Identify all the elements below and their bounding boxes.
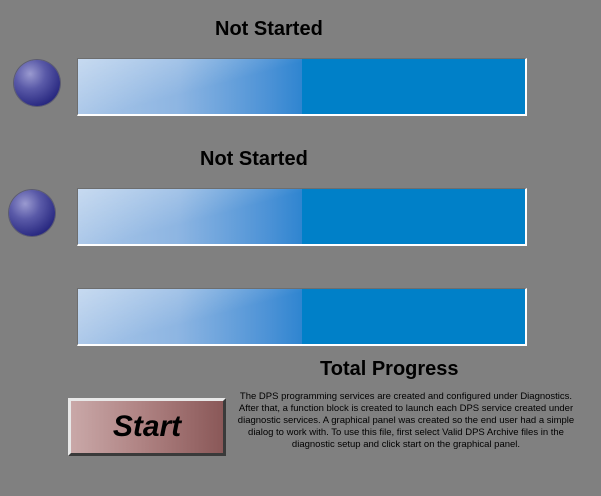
channel-2-status-label: Not Started	[200, 148, 308, 170]
channel-1-status-label: Not Started	[215, 18, 323, 40]
total-progress-label: Total Progress	[320, 358, 459, 380]
channel-2-progress-bar	[77, 188, 527, 246]
channel-1-progress-bar	[77, 58, 527, 116]
total-progress-fill	[78, 289, 302, 344]
start-button-label: Start	[112, 410, 182, 443]
channel-1-indicator-led	[14, 60, 60, 106]
channel-1-progress-fill	[78, 59, 302, 114]
channel-2-indicator-led	[9, 190, 55, 236]
total-progress-bar	[77, 288, 527, 346]
start-button[interactable]: Start	[68, 398, 226, 456]
channel-2-progress-fill	[78, 189, 302, 244]
description-text: The DPS programming services are created…	[237, 391, 575, 450]
